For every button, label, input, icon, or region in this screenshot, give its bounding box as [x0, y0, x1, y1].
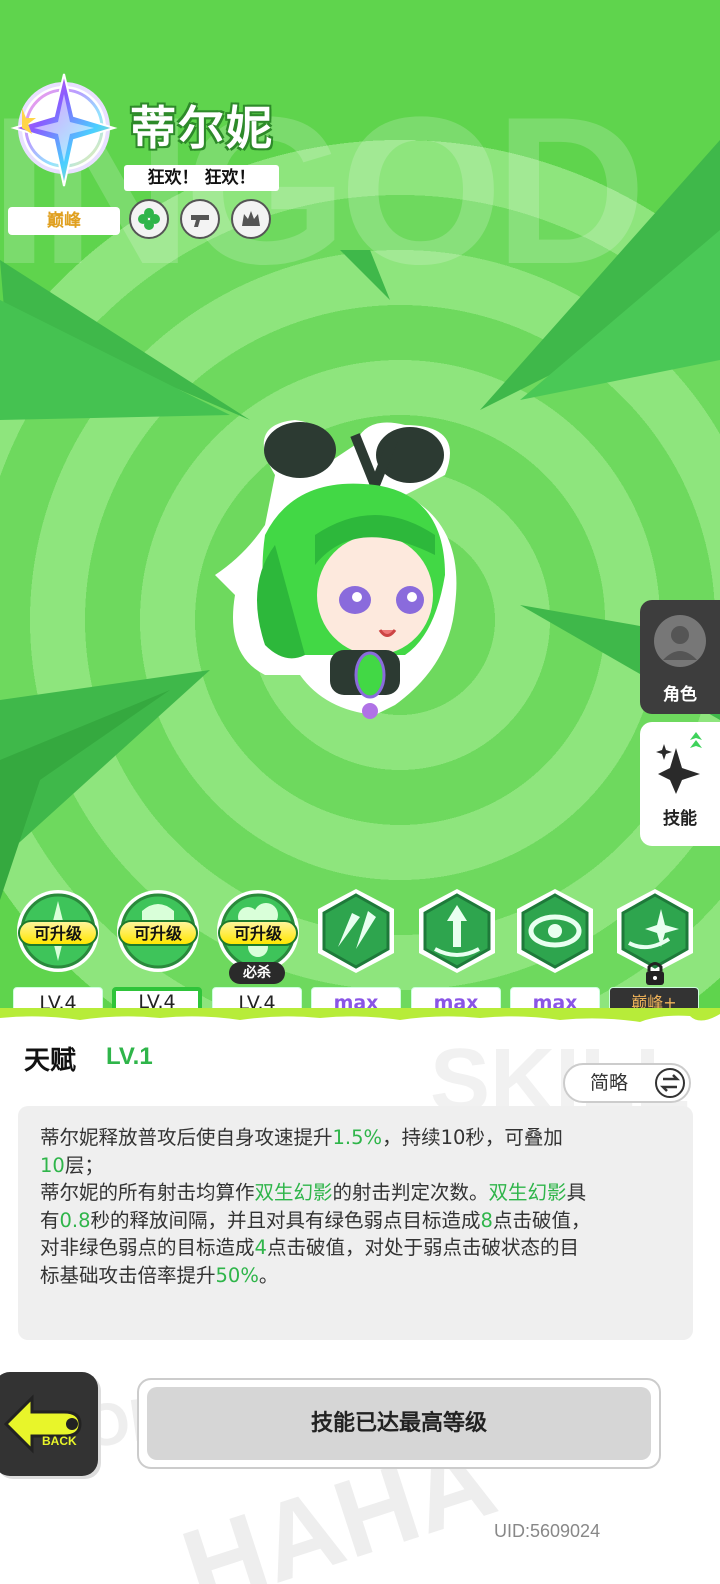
character-portrait [215, 420, 457, 719]
character-tagline: 狂欢！ 狂欢！ [124, 165, 279, 191]
skill-1-upgrade-badge: 可升级 [18, 920, 98, 946]
skill-6-vortex-eye-icon[interactable] [511, 887, 599, 975]
character-avatar-icon [654, 615, 706, 667]
back-label: BACK [42, 1434, 77, 1448]
clover-icon[interactable] [129, 199, 169, 239]
user-id: UID:5609024 [494, 1521, 601, 1541]
talent-level: LV.1 [106, 1043, 153, 1070]
back-button[interactable]: BACK [0, 1372, 98, 1476]
max-level-button[interactable]: 技能已达最高等级 [137, 1378, 661, 1469]
crown-icon[interactable] [231, 199, 271, 239]
back-arrow-icon [3, 1394, 82, 1454]
tab-skills[interactable]: 技能 [640, 722, 720, 846]
desc-line: 有0.8秒的释放间隔，并且对具有绿色弱点目标造成8点击破值， [40, 1208, 591, 1232]
tab-character[interactable]: 角色 [640, 600, 720, 714]
desc-line: 对非绿色弱点的目标造成4点击破值，对处于弱点击破状态的目 [40, 1236, 579, 1259]
skill-5-rising-arrows-icon[interactable] [413, 887, 501, 975]
swap-arrows-icon [655, 1068, 685, 1098]
desc-line: 蒂尔妮的所有射击均算作双生幻影的射击判定次数。双生幻影具 [40, 1181, 587, 1204]
ultimate-tag: 必杀 [229, 962, 285, 984]
talent-description: 蒂尔妮释放普攻后使自身攻速提升1.5%，持续10秒，可叠加 10层； 蒂尔妮的所… [18, 1106, 693, 1340]
character-name: 蒂尔妮 [130, 101, 274, 155]
lock-icon [646, 962, 664, 985]
desc-line: 10层； [40, 1153, 104, 1177]
tab-character-label: 角色 [663, 685, 697, 705]
rank-emblem-icon [10, 73, 118, 187]
brief-toggle-button[interactable]: 简略 [563, 1063, 691, 1103]
skill-4-triple-arrow-icon[interactable] [312, 887, 400, 975]
sparkle-star-icon [656, 732, 702, 794]
rank-badge: 巅峰 [8, 207, 120, 235]
skill-2-upgrade-badge: 可升级 [118, 920, 198, 946]
desc-line: 标基础攻击倍率提升50%。 [40, 1263, 279, 1287]
brief-toggle-label: 简略 [590, 1072, 629, 1094]
skill-3-upgrade-badge: 可升级 [218, 920, 298, 946]
tab-skills-label: 技能 [663, 809, 697, 829]
talent-title: 天赋 [24, 1046, 77, 1076]
gun-icon[interactable] [180, 199, 220, 239]
desc-line: 蒂尔妮释放普攻后使自身攻速提升1.5%，持续10秒，可叠加 [40, 1126, 563, 1149]
max-level-label: 技能已达最高等级 [147, 1387, 651, 1460]
slime-edge-decoration [0, 1008, 720, 1022]
